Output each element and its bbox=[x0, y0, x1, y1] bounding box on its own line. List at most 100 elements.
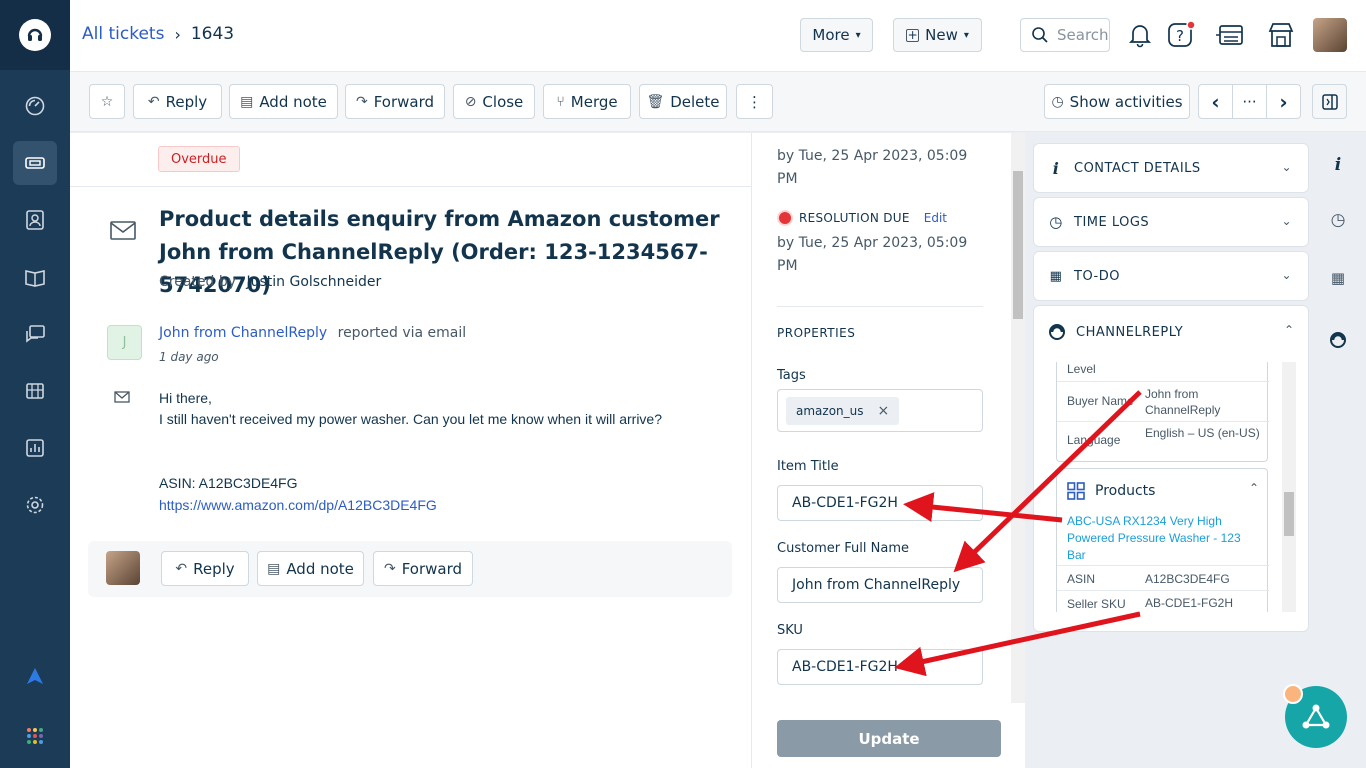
info-icon[interactable]: i bbox=[1322, 150, 1354, 180]
agent-avatar bbox=[106, 551, 140, 585]
add-note-button[interactable]: ▤ Add note bbox=[229, 84, 338, 119]
close-button[interactable]: ⊘ Close bbox=[453, 84, 535, 119]
reply-bar-forward-button[interactable]: ↷ Forward bbox=[373, 551, 473, 586]
item-title-field[interactable]: AB-CDE1-FG2H bbox=[777, 485, 983, 521]
tickets-icon[interactable] bbox=[13, 141, 57, 185]
help-widget-button[interactable] bbox=[1283, 684, 1347, 748]
tags-field[interactable]: amazon_us × bbox=[777, 389, 983, 432]
next-ticket-button[interactable]: › bbox=[1266, 84, 1301, 119]
contacts-icon[interactable] bbox=[13, 198, 57, 242]
contact-details-panel[interactable]: i CONTACT DETAILS ⌄ bbox=[1033, 143, 1309, 193]
created-by: Created by Justin Golschneider bbox=[159, 274, 381, 290]
calendar-icon[interactable]: ▦ bbox=[1322, 263, 1354, 293]
assets-icon[interactable] bbox=[13, 369, 57, 413]
reply-icon: ↶ bbox=[175, 560, 188, 577]
reply-bar: ↶ Reply ▤ Add note ↷ Forward bbox=[88, 541, 732, 597]
all-tickets-link[interactable]: All tickets bbox=[82, 24, 164, 44]
breadcrumb: All tickets › 1643 bbox=[82, 24, 234, 44]
kv-key: Seller SKU bbox=[1067, 597, 1126, 611]
tag-chip: amazon_us × bbox=[786, 396, 900, 425]
resolution-due-title: RESOLUTION DUE bbox=[799, 211, 910, 225]
chevron-up-icon[interactable]: ⌃ bbox=[1249, 481, 1259, 495]
show-activities-button[interactable]: ◷ Show activities bbox=[1044, 84, 1190, 119]
channelreply-logo-icon[interactable] bbox=[1322, 325, 1354, 355]
apps-grid-icon[interactable] bbox=[13, 714, 57, 758]
merge-button[interactable]: ⑂ Merge bbox=[543, 84, 631, 119]
more-actions-button[interactable]: ⋮ bbox=[736, 84, 773, 119]
app-logo[interactable] bbox=[0, 0, 70, 70]
freddy-ai-icon[interactable] bbox=[13, 654, 57, 698]
reporter-suffix: reported via email bbox=[337, 325, 467, 341]
reply-bar-reply-button[interactable]: ↶ Reply bbox=[161, 551, 249, 586]
reply-icon: ↶ bbox=[147, 93, 160, 110]
kv-value: English – US (en-US) bbox=[1145, 426, 1260, 440]
forward-button[interactable]: ↷ Forward bbox=[345, 84, 445, 119]
chevron-down-icon: ⌄ bbox=[1281, 214, 1292, 228]
kv-key: ASIN bbox=[1067, 572, 1096, 586]
new-button[interactable]: + New ▾ bbox=[893, 18, 982, 52]
settings-icon[interactable] bbox=[13, 483, 57, 527]
kv-row: Level bbox=[1057, 362, 1269, 382]
channelreply-header[interactable]: CHANNELREPLY ⌃ bbox=[1048, 323, 1294, 341]
sku-field[interactable]: AB-CDE1-FG2H bbox=[777, 649, 983, 685]
update-button[interactable]: Update bbox=[777, 720, 1001, 757]
customer-name-field[interactable]: John from ChannelReply bbox=[777, 567, 983, 603]
reply-button[interactable]: ↶ Reply bbox=[133, 84, 222, 119]
forums-icon[interactable] bbox=[13, 312, 57, 356]
delete-button[interactable]: 🗑 Delete bbox=[639, 84, 727, 119]
widget-logo-icon bbox=[1302, 704, 1330, 729]
stopwatch-icon[interactable]: ◷ bbox=[1322, 205, 1354, 235]
star-button[interactable]: ☆ bbox=[89, 84, 125, 119]
contact-details-title: CONTACT DETAILS bbox=[1074, 160, 1201, 176]
reports-icon[interactable] bbox=[13, 426, 57, 470]
ticket-id: 1643 bbox=[190, 24, 235, 44]
customer-name-label: Customer Full Name bbox=[777, 541, 909, 556]
reporter-name-link[interactable]: John from ChannelReply bbox=[159, 325, 327, 341]
dashboard-icon[interactable] bbox=[13, 84, 57, 128]
user-avatar[interactable] bbox=[1313, 18, 1347, 52]
knowledge-base-icon[interactable] bbox=[13, 255, 57, 299]
marketplace-icon[interactable] bbox=[1266, 20, 1296, 50]
chevron-down-icon: ⌄ bbox=[1281, 268, 1292, 282]
sidebar bbox=[0, 0, 70, 768]
properties-title: PROPERTIES bbox=[777, 326, 856, 340]
bell-icon[interactable] bbox=[1125, 20, 1155, 50]
kv-value: A12BC3DE4FG bbox=[1145, 572, 1230, 586]
ticket-list-button[interactable]: ··· bbox=[1232, 84, 1267, 119]
kv-value: John from ChannelReply bbox=[1145, 387, 1221, 417]
product-title-link[interactable]: ABC-USA RX1234 Very High Powered Pressur… bbox=[1067, 513, 1257, 564]
todo-panel[interactable]: ▦ TO-DO ⌄ bbox=[1033, 251, 1309, 301]
new-label: New bbox=[925, 26, 958, 44]
body-line: I still haven't received my power washer… bbox=[159, 411, 662, 427]
divider bbox=[777, 306, 983, 307]
search-input[interactable]: Search bbox=[1020, 18, 1110, 52]
toggle-sidebar-button[interactable] bbox=[1312, 84, 1347, 119]
forward-label: Forward bbox=[401, 559, 463, 578]
channelreply-scrollbar[interactable] bbox=[1282, 362, 1296, 612]
ticket-toolbar: ☆ ↶ Reply ▤ Add note ↷ Forward ⊘ Close ⑂… bbox=[70, 72, 1366, 132]
chevron-left-icon: ‹ bbox=[1211, 89, 1220, 114]
time-logs-panel[interactable]: ◷ TIME LOGS ⌄ bbox=[1033, 197, 1309, 247]
resolution-edit-link[interactable]: Edit bbox=[924, 211, 947, 225]
properties-scrollbar[interactable] bbox=[1011, 133, 1025, 703]
products-header[interactable]: Products bbox=[1067, 482, 1155, 500]
tag-remove-icon[interactable]: × bbox=[878, 403, 890, 419]
reply-label: Reply bbox=[165, 92, 208, 111]
product-url-link[interactable]: https://www.amazon.com/dp/A12BC3DE4FG bbox=[159, 495, 662, 516]
show-activities-label: Show activities bbox=[1069, 92, 1183, 111]
add-note-label: Add note bbox=[259, 92, 327, 111]
reply-bar-add-note-button[interactable]: ▤ Add note bbox=[257, 551, 364, 586]
search-placeholder: Search bbox=[1057, 26, 1109, 44]
previous-ticket-button[interactable]: ‹ bbox=[1198, 84, 1233, 119]
sku-label: SKU bbox=[777, 623, 803, 638]
kv-value: AB-CDE1-FG2H bbox=[1145, 596, 1234, 610]
more-button[interactable]: More ▾ bbox=[800, 18, 873, 52]
products-title: Products bbox=[1095, 483, 1156, 499]
check-circle-icon: ⊘ bbox=[464, 93, 477, 110]
reply-label: Reply bbox=[193, 559, 235, 578]
help-icon[interactable]: ? bbox=[1167, 20, 1197, 50]
ellipsis-icon: ··· bbox=[1242, 92, 1257, 111]
calendar-list-icon[interactable] bbox=[1215, 20, 1245, 50]
kv-row: Seller SKU AB-CDE1-FG2H bbox=[1057, 591, 1269, 612]
resolution-due-text: by Tue, 25 Apr 2023, 05:09 PM bbox=[777, 235, 968, 274]
